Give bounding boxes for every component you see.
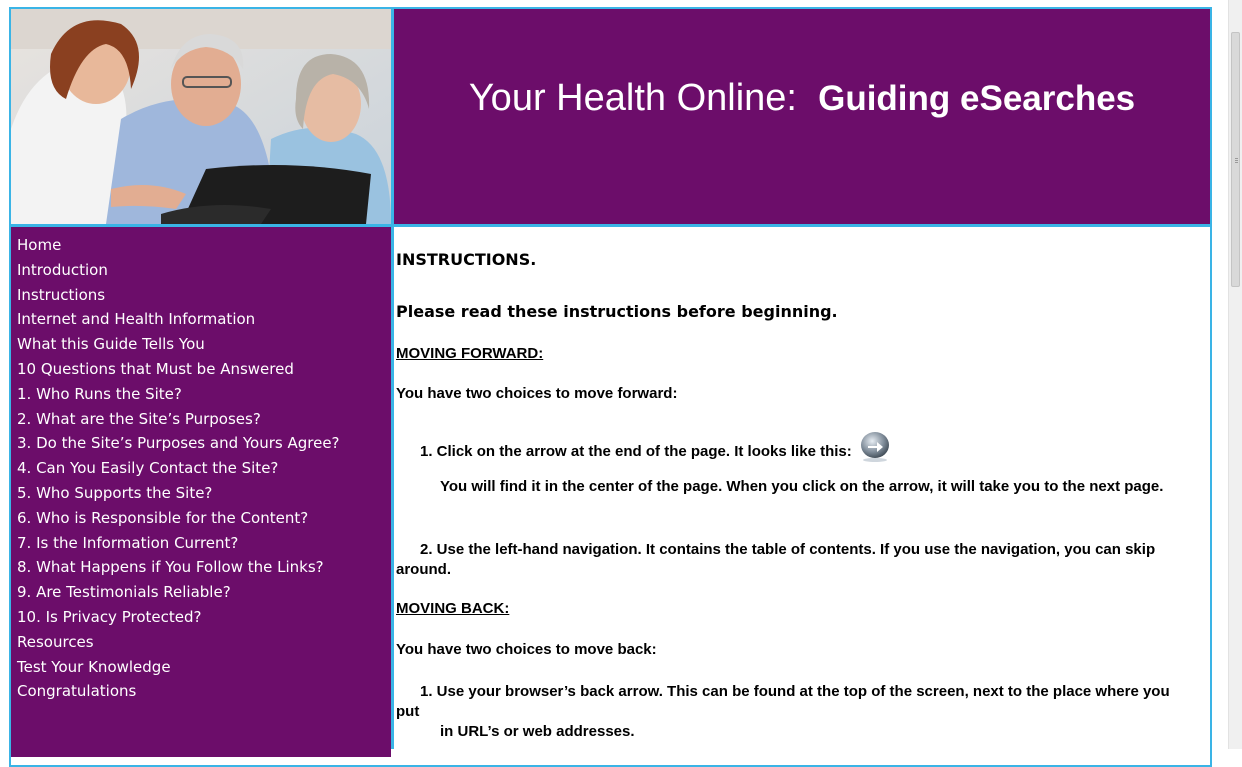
nav-item-q2[interactable]: 2. What are the Site’s Purposes? <box>17 407 391 432</box>
header-photo <box>11 9 391 224</box>
nav-item-test-knowledge[interactable]: Test Your Knowledge <box>17 655 391 680</box>
page-heading: INSTRUCTIONS. <box>396 250 537 269</box>
nav-list: Home Introduction Instructions Internet … <box>11 227 391 704</box>
nav-item-q10[interactable]: 10. Is Privacy Protected? <box>17 605 391 630</box>
back-intro: You have two choices to move back: <box>396 641 657 658</box>
nav-item-internet-health-info[interactable]: Internet and Health Information <box>17 307 391 332</box>
sidebar-nav: Home Introduction Instructions Internet … <box>11 227 391 757</box>
nav-item-10-questions[interactable]: 10 Questions that Must be Answered <box>17 357 391 382</box>
nav-item-q1[interactable]: 1. Who Runs the Site? <box>17 382 391 407</box>
site-title-bold: Guiding eSearches <box>818 79 1136 118</box>
nav-item-resources[interactable]: Resources <box>17 630 391 655</box>
header-banner: Your Health Online: Guiding eSearches <box>394 9 1210 224</box>
nav-item-q3[interactable]: 3. Do the Site’s Purposes and Yours Agre… <box>17 431 391 456</box>
moving-back-heading: MOVING BACK: <box>396 600 510 617</box>
people-photo-image <box>11 9 391 224</box>
forward-intro: You have two choices to move forward: <box>396 385 678 402</box>
nav-item-q7[interactable]: 7. Is the Information Current? <box>17 531 391 556</box>
forward-step-2: 2. Use the left-hand navigation. It cont… <box>396 541 1156 578</box>
back-step-1: 1. Use your browser’s back arrow. This c… <box>396 683 1170 720</box>
nav-item-congratulations[interactable]: Congratulations <box>17 679 391 704</box>
next-arrow-icon <box>860 432 889 462</box>
grip-line <box>1235 160 1238 161</box>
vertical-scrollbar[interactable] <box>1228 0 1242 749</box>
site-title-regular: Your Health Online: <box>468 77 797 119</box>
nav-item-q5[interactable]: 5. Who Supports the Site? <box>17 481 391 506</box>
forward-step-1-note: You will find it in the center of the pa… <box>440 478 1164 495</box>
intro-text: Please read these instructions before be… <box>396 302 838 321</box>
nav-item-what-guide-tells[interactable]: What this Guide Tells You <box>17 332 391 357</box>
nav-item-introduction[interactable]: Introduction <box>17 258 391 283</box>
forward-step-1: 1. Click on the arrow at the end of the … <box>396 432 1208 462</box>
nav-item-q8[interactable]: 8. What Happens if You Follow the Links? <box>17 555 391 580</box>
main-content: INSTRUCTIONS. Please read these instruct… <box>394 227 1210 757</box>
nav-item-instructions[interactable]: Instructions <box>17 283 391 308</box>
grip-line <box>1235 162 1238 163</box>
forward-step-1-text: 1. Click on the arrow at the end of the … <box>420 443 852 460</box>
back-step-1-cont: in URL’s or web addresses. <box>440 723 635 740</box>
site-title: Your Health Online: Guiding eSearches <box>394 77 1210 120</box>
nav-item-home[interactable]: Home <box>17 233 391 258</box>
nav-item-q9[interactable]: 9. Are Testimonials Reliable? <box>17 580 391 605</box>
nav-item-q6[interactable]: 6. Who is Responsible for the Content? <box>17 506 391 531</box>
moving-forward-heading: MOVING FORWARD: <box>396 345 544 362</box>
nav-item-q4[interactable]: 4. Can You Easily Contact the Site? <box>17 456 391 481</box>
grip-line <box>1235 158 1238 159</box>
scrollbar-thumb[interactable] <box>1231 32 1240 287</box>
